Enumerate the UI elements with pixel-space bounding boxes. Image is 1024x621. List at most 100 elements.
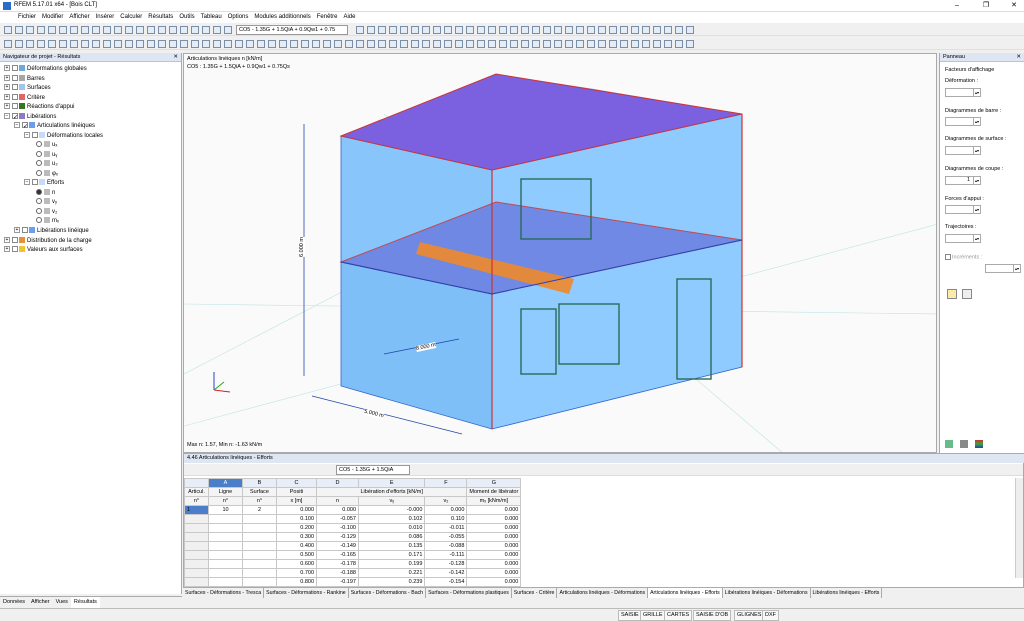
table-cell[interactable] (208, 577, 243, 587)
table-cell[interactable] (242, 541, 277, 551)
toolbar-button-icon[interactable] (400, 40, 408, 48)
toolbar-button-icon[interactable] (224, 26, 232, 34)
table-row[interactable]: 0.800 -0.197 0.239 -0.154 0.000 (184, 577, 522, 587)
toolbar-button-icon[interactable] (455, 40, 463, 48)
sheet-tab[interactable]: Libérations linéiques - Déformations (723, 588, 811, 598)
table-cell[interactable]: 0.086 (357, 532, 426, 542)
table-cell[interactable]: 0.171 (357, 550, 426, 560)
toolbar-button-icon[interactable] (246, 40, 254, 48)
status-dxf[interactable]: DXF (762, 610, 779, 621)
table-cell[interactable]: 0.135 (357, 541, 426, 551)
table-cell[interactable]: 1 (184, 505, 209, 515)
toolbar-button-icon[interactable] (598, 26, 606, 34)
table-cell[interactable]: 0.800 (276, 577, 317, 587)
toolbar-button-icon[interactable] (675, 26, 683, 34)
load-combo-select[interactable]: CO5 - 1.35G + 1.5QiA + 0.9Qw1 + 0.75 (236, 25, 348, 35)
sheet-tab[interactable]: Surfaces - Déformations plastiques (426, 588, 512, 598)
toolbar-button-icon[interactable] (389, 26, 397, 34)
close-icon[interactable]: ✕ (1016, 53, 1021, 62)
table-cell[interactable]: -0.178 (316, 559, 359, 569)
table-cell[interactable]: 0.400 (276, 541, 317, 551)
surface-diagrams-spinner[interactable]: ▴▾ (945, 146, 981, 155)
table-cell[interactable]: 2 (242, 505, 277, 515)
table-cell[interactable] (242, 577, 277, 587)
tree-item-distribution[interactable]: + Distribution de la charge (4, 237, 92, 246)
table-row[interactable]: 0.100 -0.057 0.102 0.110 0.000 (184, 514, 522, 524)
toolbar-button-icon[interactable] (576, 26, 584, 34)
table-cell[interactable] (184, 514, 209, 524)
status-grille[interactable]: GRILLE (640, 610, 666, 621)
toolbar-button-icon[interactable] (235, 40, 243, 48)
close-button[interactable]: ✕ (1007, 1, 1021, 11)
sheet-tab[interactable]: Articulations linéiques - Déformations (557, 588, 649, 598)
table-cell[interactable]: -0.129 (316, 532, 359, 542)
menu-afficher[interactable]: Afficher (66, 12, 92, 23)
table-cell[interactable] (184, 577, 209, 587)
tree-item-ux[interactable]: uₓ (36, 141, 57, 150)
toolbar-button-icon[interactable] (620, 26, 628, 34)
table-icon[interactable] (962, 289, 972, 299)
toolbar-button-icon[interactable] (4, 40, 12, 48)
toolbar-button-icon[interactable] (378, 40, 386, 48)
minimize-button[interactable]: – (950, 1, 964, 11)
toolbar-button-icon[interactable] (257, 40, 265, 48)
toolbar-button-icon[interactable] (114, 40, 122, 48)
status-cartes[interactable]: CARTES (664, 610, 693, 621)
toolbar-button-icon[interactable] (125, 26, 133, 34)
toolbar-button-icon[interactable] (37, 40, 45, 48)
toolbar-button-icon[interactable] (686, 26, 694, 34)
menu-tableau[interactable]: Tableau (198, 12, 225, 23)
toolbar-button-icon[interactable] (279, 40, 287, 48)
support-forces-spinner[interactable]: ▴▾ (945, 205, 981, 214)
toolbar-button-icon[interactable] (136, 40, 144, 48)
sheet-tab[interactable]: Surfaces - Critère (512, 588, 558, 598)
toolbar-button-icon[interactable] (664, 40, 672, 48)
increments-spinner[interactable]: ▴▾ (985, 264, 1021, 273)
table-scrollbar[interactable] (1015, 478, 1023, 578)
tree-item-vz[interactable]: v₂ (36, 208, 57, 217)
tree-item-barres[interactable]: + Barres (4, 75, 45, 84)
toolbar-button-icon[interactable] (224, 40, 232, 48)
toolbar-button-icon[interactable] (488, 26, 496, 34)
panel-icon-1[interactable] (945, 440, 953, 448)
toolbar-button-icon[interactable] (378, 26, 386, 34)
toolbar-button-icon[interactable] (444, 40, 452, 48)
table-cell[interactable]: -0.111 (424, 550, 468, 560)
table-cell[interactable] (242, 532, 277, 542)
toolbar-button-icon[interactable] (411, 26, 419, 34)
toolbar-button-icon[interactable] (389, 40, 397, 48)
table-row[interactable]: 0.700 -0.188 0.221 -0.142 0.000 (184, 568, 522, 578)
toolbar-button-icon[interactable] (510, 26, 518, 34)
tab-resultats[interactable]: Résultats (70, 597, 100, 608)
menu-options[interactable]: Options (225, 12, 252, 23)
toolbar-button-icon[interactable] (15, 40, 23, 48)
menu-modules[interactable]: Modules additionnels (251, 12, 313, 23)
increments-checkbox[interactable]: Incréments : (945, 254, 982, 261)
table-row[interactable]: 0.300 -0.129 0.086 -0.055 0.000 (184, 532, 522, 542)
table-cell[interactable]: -0.165 (316, 550, 359, 560)
table-cell[interactable]: 0.000 (466, 577, 522, 587)
menu-fenetre[interactable]: Fenêtre (314, 12, 341, 23)
table-cell[interactable]: 0.000 (466, 559, 522, 569)
toolbar-button-icon[interactable] (631, 26, 639, 34)
table-cell[interactable]: 0.010 (357, 523, 426, 533)
toolbar-button-icon[interactable] (92, 26, 100, 34)
toolbar-button-icon[interactable] (554, 26, 562, 34)
table-cell[interactable]: -0.197 (316, 577, 359, 587)
toolbar-button-icon[interactable] (4, 26, 12, 34)
table-cell[interactable]: -0.057 (316, 514, 359, 524)
tree-item-uy[interactable]: uᵧ (36, 151, 57, 160)
table-cell[interactable]: 0.000 (466, 541, 522, 551)
toolbar-button-icon[interactable] (345, 40, 353, 48)
toolbar-button-icon[interactable] (653, 40, 661, 48)
table-cell[interactable] (242, 568, 277, 578)
sheet-tab[interactable]: Libérations linéiques - Efforts (811, 588, 883, 598)
toolbar-button-icon[interactable] (158, 40, 166, 48)
toolbar-button-icon[interactable] (367, 40, 375, 48)
toolbar-button-icon[interactable] (147, 40, 155, 48)
toolbar-button-icon[interactable] (609, 40, 617, 48)
tree-item-mx[interactable]: mₓ (36, 217, 59, 226)
table-cell[interactable] (242, 523, 277, 533)
table-combo-select[interactable]: CO5 - 1.35G + 1.5QiA (336, 465, 410, 475)
table-row[interactable]: 0.600 -0.178 0.199 -0.128 0.000 (184, 559, 522, 569)
